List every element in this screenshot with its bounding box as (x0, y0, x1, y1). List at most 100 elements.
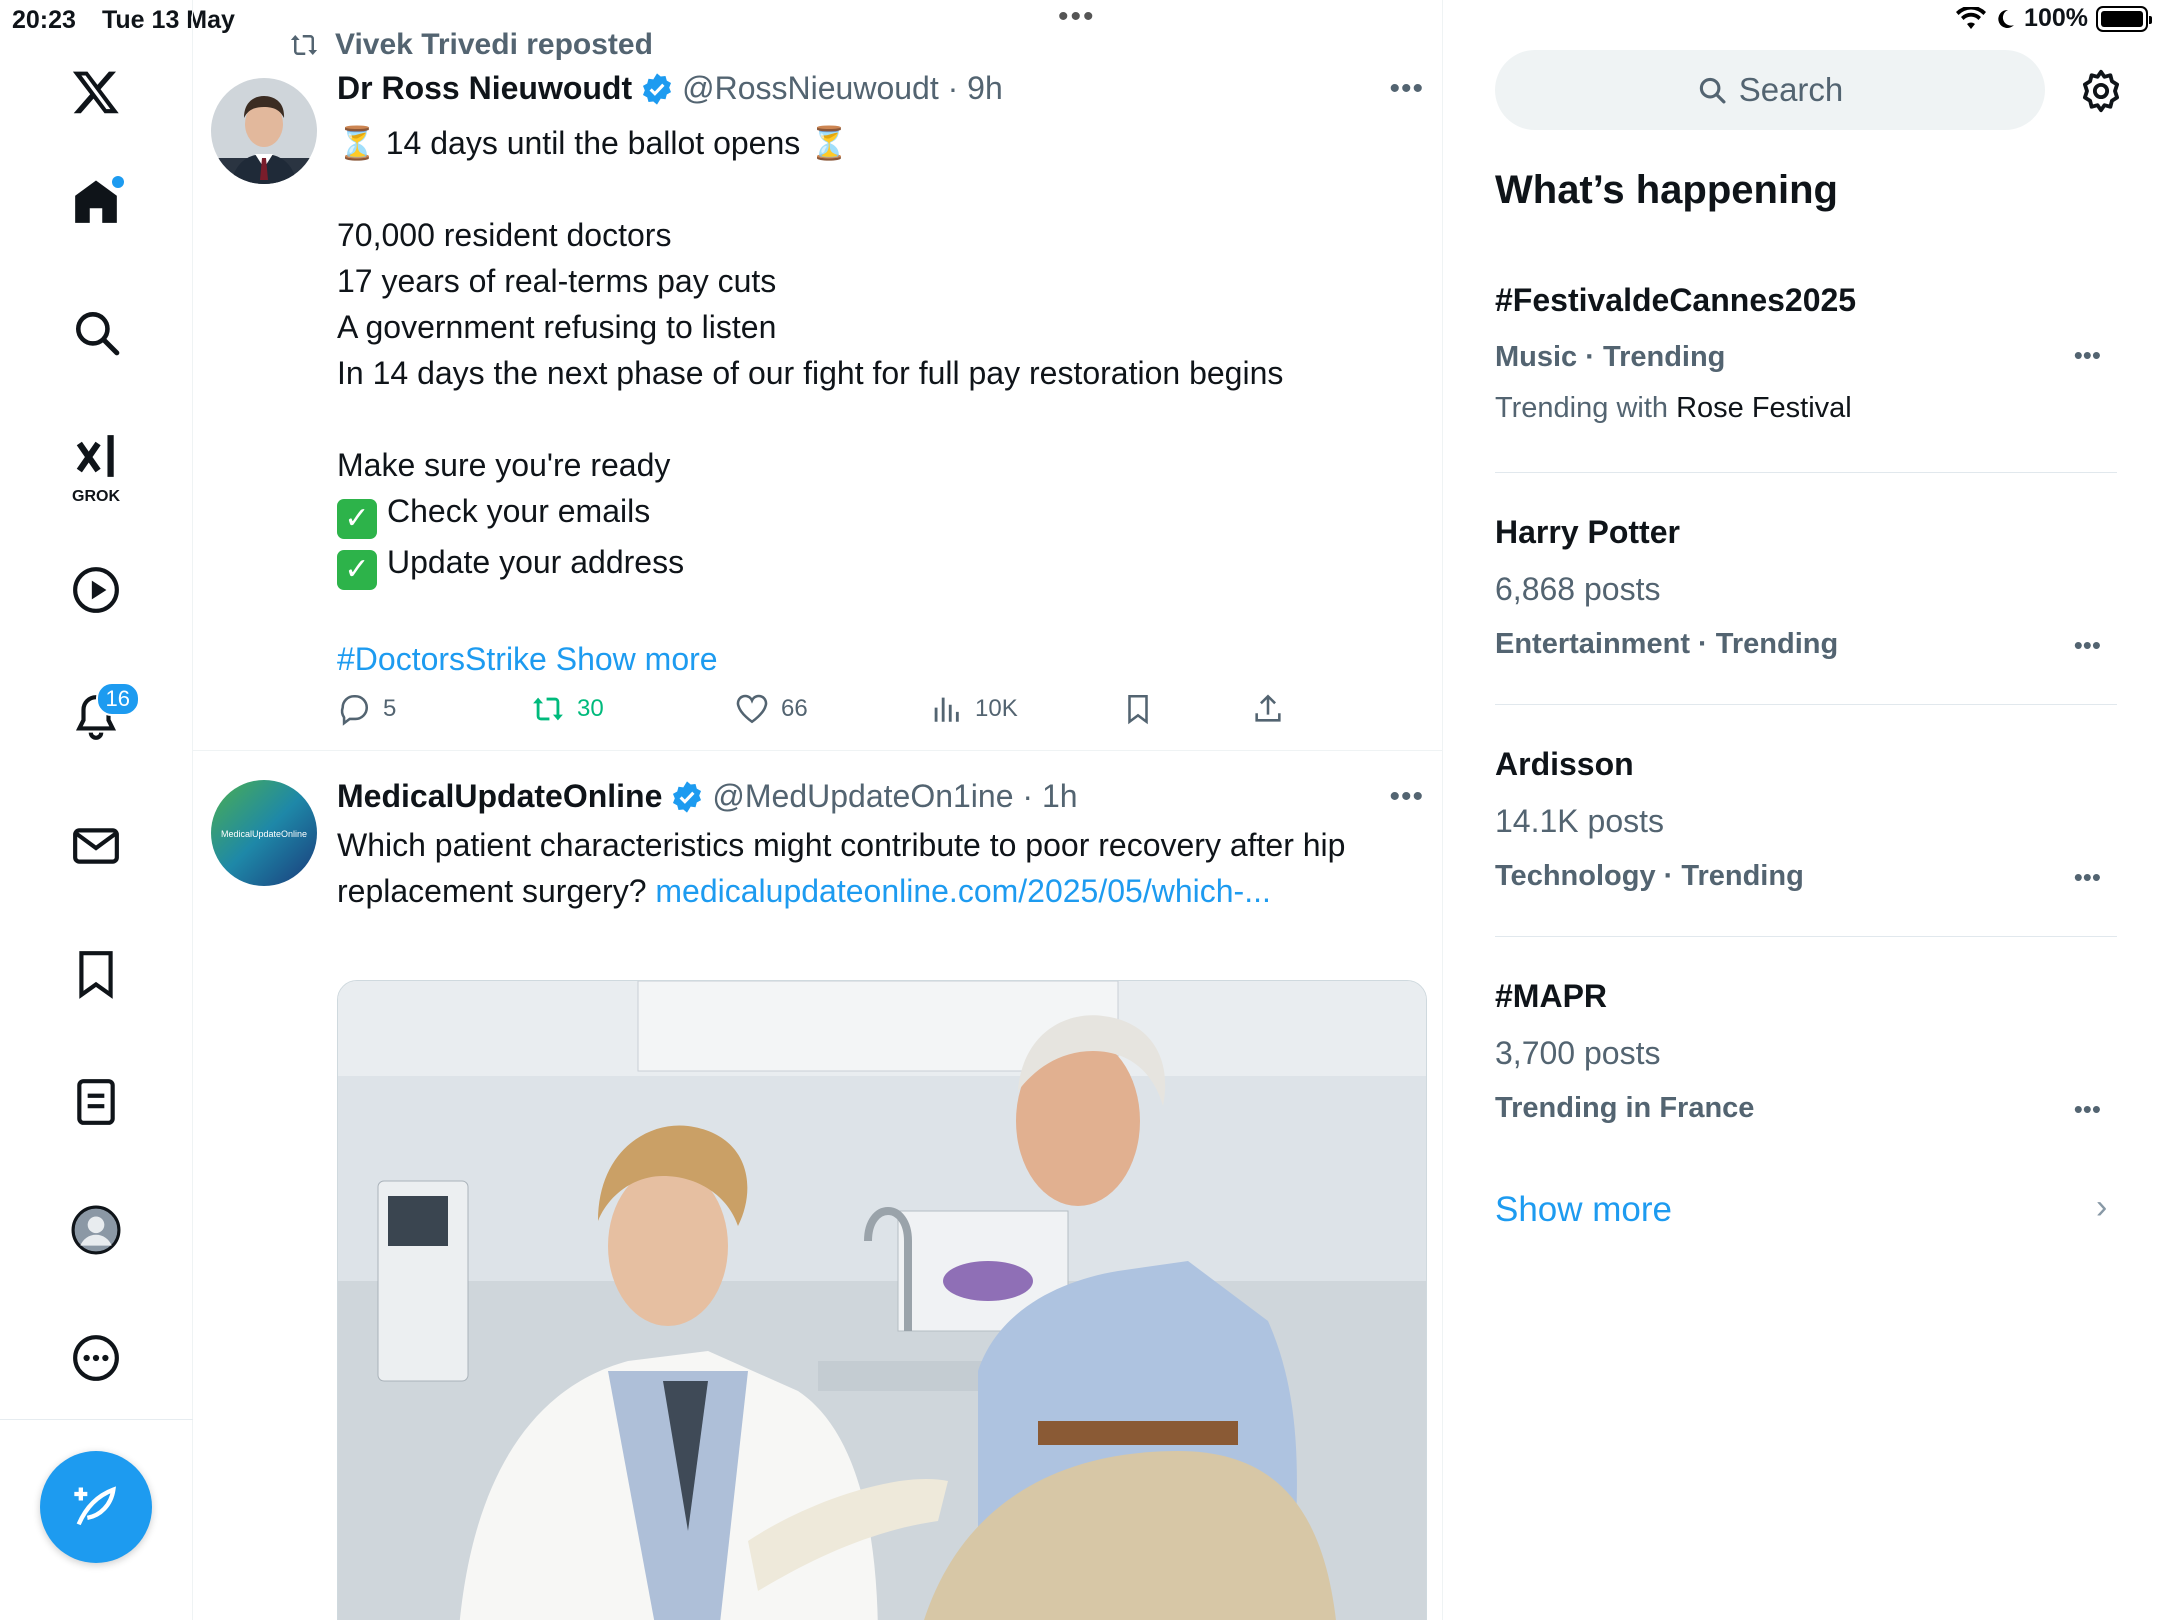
nav-divider (0, 1419, 193, 1420)
heart-icon (736, 694, 768, 724)
tweet1-line7: Check your emails (387, 493, 651, 529)
repost-button[interactable]: 30 (531, 692, 604, 726)
chevron-right-icon: › (2096, 1188, 2108, 1226)
search-icon (1699, 77, 1726, 104)
moon-icon (1998, 9, 2015, 28)
views-count: 10K (975, 695, 1018, 722)
trend-with: Trending with Rose Festival (1495, 392, 2117, 425)
messages-envelope-icon[interactable] (66, 816, 126, 876)
lists-icon[interactable] (66, 1072, 126, 1132)
tweet1-handle-time[interactable]: @RossNieuwoudt · 9h (682, 70, 1003, 107)
status-indicators: 100% (1956, 4, 2152, 33)
trend-name: Harry Potter (1495, 514, 1680, 550)
checkmark-icon: ✓ (337, 550, 377, 590)
views-chart-icon (934, 697, 959, 722)
trend-item[interactable]: #FestivaldeCannes2025 Music · Trending T… (1495, 282, 2117, 425)
notifications-badge: 16 (95, 682, 140, 716)
verified-badge-icon (643, 72, 672, 105)
home-icon[interactable] (66, 172, 126, 232)
trend-item[interactable]: Harry Potter 6,868 posts Entertainment ·… (1495, 514, 2117, 661)
bookmark-button[interactable] (1121, 692, 1155, 726)
trend-divider (1495, 936, 2117, 937)
tweet2-header: MedicalUpdateOnline @MedUpdateOn1ine · 1… (337, 778, 1078, 815)
tweet1-line6: Make sure you're ready (337, 447, 671, 483)
tweet2-more-icon[interactable]: ••• (1389, 780, 1424, 814)
trend-name: #MAPR (1495, 978, 1608, 1014)
tweet1-line3: 17 years of real-terms pay cuts (337, 263, 777, 299)
repost-icon (533, 697, 563, 721)
grok-label: GROK (72, 488, 120, 505)
trend-with-prefix: Trending with (1495, 392, 1669, 424)
x-logo-icon[interactable] (66, 62, 126, 122)
hourglass-icon: ⏳ (337, 125, 377, 161)
repost-label: Vivek Trivedi reposted (335, 28, 653, 61)
trend-item[interactable]: #MAPR 3,700 posts Trending in France ••• (1495, 978, 2117, 1125)
tweet2-author-name[interactable]: MedicalUpdateOnline (337, 778, 662, 815)
trend-more-icon[interactable]: ••• (2074, 630, 2101, 661)
trend-meta: Trending in France (1495, 1092, 1755, 1124)
timeline-feed: Vivek Trivedi reposted Dr Ross Nieuwoudt… (193, 0, 1443, 1620)
home-unread-dot (112, 176, 124, 188)
compose-post-button[interactable] (40, 1451, 152, 1563)
hashtag-link[interactable]: #DoctorsStrike (337, 641, 547, 677)
like-count: 66 (781, 695, 808, 722)
repost-indicator[interactable]: Vivek Trivedi reposted (287, 28, 653, 62)
tweet2-handle-time[interactable]: @MedUpdateOn1ine · 1h (712, 778, 1077, 815)
profile-avatar-icon[interactable] (66, 1200, 126, 1260)
trend-item[interactable]: Ardisson 14.1K posts Technology · Trendi… (1495, 746, 2117, 893)
video-icon[interactable] (66, 560, 126, 620)
trend-more-icon[interactable]: ••• (2074, 340, 2101, 371)
trend-more-icon[interactable]: ••• (2074, 862, 2101, 893)
trend-meta: Music · Trending (1495, 341, 1726, 373)
hourglass-icon: ⏳ (809, 125, 849, 161)
bookmark-icon (1128, 694, 1148, 725)
trend-more-icon[interactable]: ••• (2074, 1094, 2101, 1125)
bookmarks-icon[interactable] (66, 944, 126, 1004)
tweet2-author-avatar[interactable]: MedicalUpdateOnline (211, 780, 317, 886)
trend-meta: Technology · Trending (1495, 860, 1804, 892)
tweet1-author-avatar[interactable] (211, 78, 317, 184)
left-nav: GROK 16 (0, 0, 193, 1620)
trend-meta: Entertainment · Trending (1495, 628, 1839, 660)
more-options-icon[interactable] (66, 1328, 126, 1388)
battery-percent: 100% (2024, 4, 2088, 32)
trends-show-more-link[interactable]: Show more (1495, 1190, 1672, 1230)
share-icon (1255, 694, 1281, 722)
whats-happening-title: What’s happening (1495, 168, 1838, 212)
checkmark-icon: ✓ (337, 499, 377, 539)
notifications-bell-icon[interactable]: 16 (66, 682, 140, 748)
verified-badge-icon (673, 780, 702, 813)
wifi-icon (1956, 6, 1987, 29)
trend-posts: 6,868 posts (1495, 571, 1661, 607)
tweet1-line8: Update your address (387, 544, 685, 580)
tweet1-author-name[interactable]: Dr Ross Nieuwoudt (337, 70, 632, 107)
tweet1-more-icon[interactable]: ••• (1389, 72, 1424, 106)
repost-icon (290, 35, 318, 55)
tweet2-avatar-text: MedicalUpdateOnline (221, 829, 307, 839)
feather-plus-icon (74, 1486, 116, 1526)
trend-posts: 14.1K posts (1495, 803, 1664, 839)
tweet1-line5: In 14 days the next phase of our fight f… (337, 355, 1284, 391)
show-more-link[interactable]: Show more (556, 641, 718, 677)
share-button[interactable] (1251, 692, 1285, 726)
tweet2-text: Which patient characteristics might cont… (337, 822, 1407, 914)
tweet1-actions: 5 30 66 10K (337, 692, 1337, 728)
tweet1-line1: 14 days until the ballot opens (385, 125, 801, 161)
trend-with-value: Rose Festival (1676, 392, 1852, 424)
views-button[interactable]: 10K (929, 692, 1018, 726)
search-input[interactable]: Search (1495, 50, 2045, 130)
search-placeholder: Search (1738, 71, 1844, 108)
trend-posts: 3,700 posts (1495, 1035, 1661, 1071)
settings-gear-icon[interactable] (2078, 68, 2124, 114)
tweet2-link[interactable]: medicalupdateonline.com/2025/05/which-..… (655, 873, 1270, 909)
reply-button[interactable]: 5 (337, 692, 396, 726)
grok-icon[interactable]: GROK (66, 426, 126, 505)
like-button[interactable]: 66 (735, 692, 808, 726)
repost-count: 30 (577, 695, 604, 722)
trend-name: #FestivaldeCannes2025 (1495, 282, 1857, 318)
search-nav-icon[interactable] (66, 302, 126, 362)
tweet1-line4: A government refusing to listen (337, 309, 777, 345)
tweet1-header: Dr Ross Nieuwoudt @RossNieuwoudt · 9h (337, 70, 1003, 107)
doctor-patient-photo (338, 981, 1426, 1620)
tweet2-media-image[interactable] (337, 980, 1427, 1620)
